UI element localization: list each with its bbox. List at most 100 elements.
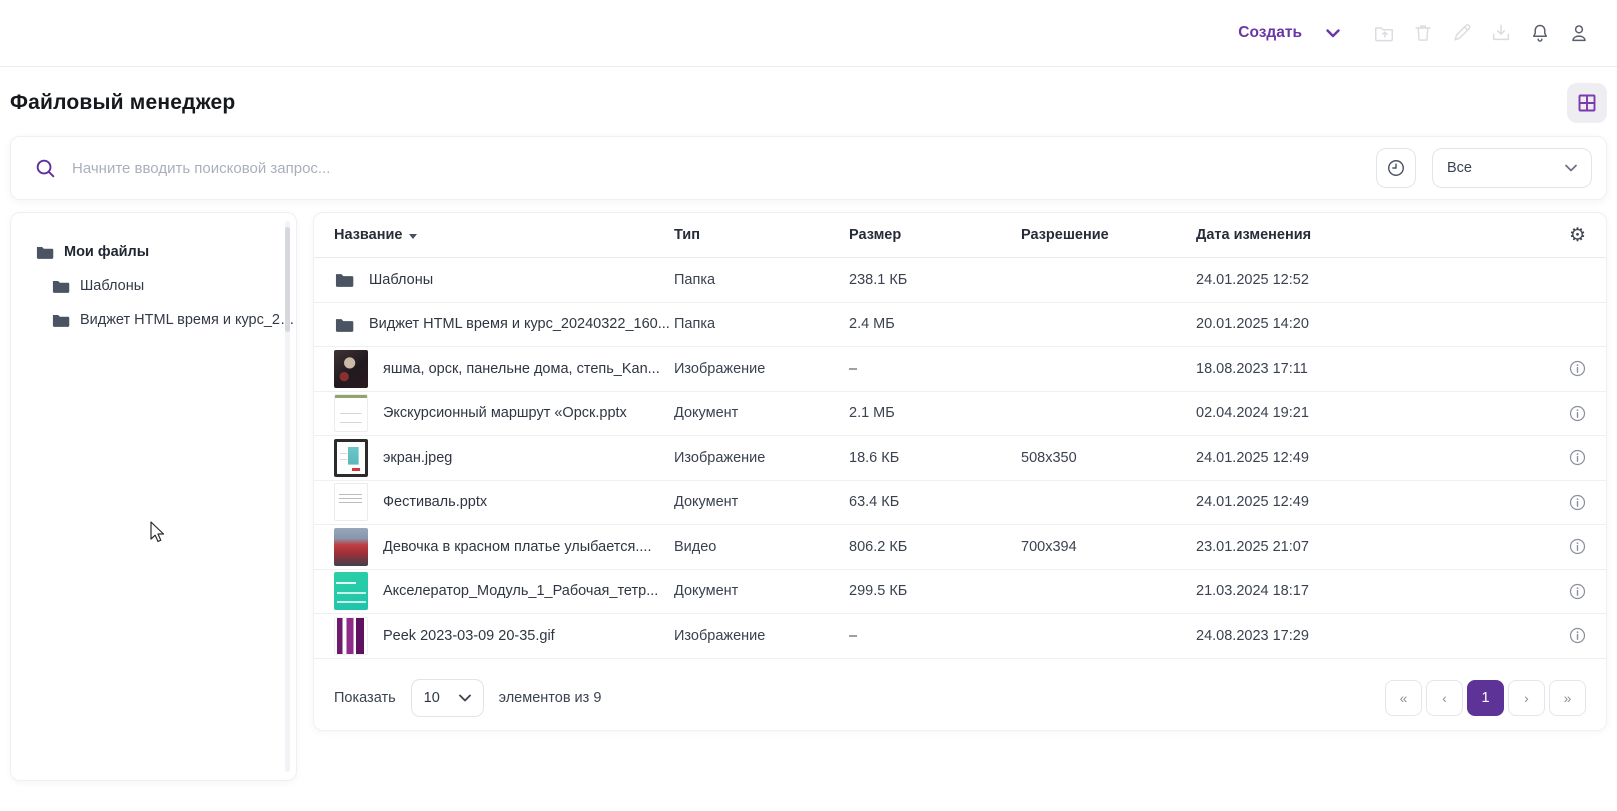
file-name-cell: яшма, орск, панельне дома, степь_Kan... xyxy=(334,350,674,388)
folder-tree: Мои файлы Шаблоны Виджет HTML время и ку… xyxy=(11,235,296,337)
file-thumbnail xyxy=(334,483,368,521)
info-icon[interactable] xyxy=(1569,627,1586,644)
file-name-cell: Peek 2023-03-09 20-35.gif xyxy=(334,617,674,655)
file-name-cell: Акселератор_Модуль_1_Рабочая_тетр... xyxy=(334,572,674,610)
trash-icon[interactable] xyxy=(1412,22,1434,44)
info-icon[interactable] xyxy=(1569,405,1586,422)
table-header-row: Название Тип Размер Разрешение Дата изме… xyxy=(314,213,1606,258)
file-size-cell: 806.2 КБ xyxy=(849,539,1021,555)
per-page-select[interactable]: 10 xyxy=(411,679,484,717)
file-size-cell: 18.6 КБ xyxy=(849,450,1021,466)
file-name: яшма, орск, панельне дома, степь_Kan... xyxy=(383,361,660,377)
file-thumbnail xyxy=(334,439,368,477)
file-type-cell: Документ xyxy=(674,583,849,599)
bell-icon[interactable] xyxy=(1529,22,1551,44)
file-thumbnail xyxy=(334,528,368,566)
file-date-cell: 24.08.2023 17:29 xyxy=(1196,628,1546,644)
column-header-date[interactable]: Дата изменения xyxy=(1196,227,1546,243)
items-count-label: элементов из 9 xyxy=(499,690,602,706)
file-type-cell: Документ xyxy=(674,494,849,510)
file-name-cell: Фестиваль.pptx xyxy=(334,483,674,521)
topbar: Создать xyxy=(0,0,1617,67)
table-row[interactable]: Фестиваль.pptx Документ 63.4 КБ 24.01.20… xyxy=(314,481,1606,526)
pagination-prev-button[interactable]: ‹ xyxy=(1426,680,1463,716)
edit-icon[interactable] xyxy=(1451,22,1473,44)
search-icon xyxy=(35,158,56,179)
file-name: Шаблоны xyxy=(369,272,433,288)
grid-view-button[interactable] xyxy=(1567,83,1607,123)
file-date-cell: 24.01.2025 12:49 xyxy=(1196,494,1546,510)
per-page-value: 10 xyxy=(424,690,440,706)
column-header-resolution[interactable]: Разрешение xyxy=(1021,227,1196,243)
search-filter-value: Все xyxy=(1447,160,1472,176)
folder-upload-icon[interactable] xyxy=(1373,22,1395,44)
chevron-down-icon xyxy=(1565,164,1577,172)
search-filter-select[interactable]: Все xyxy=(1432,148,1592,188)
folder-icon xyxy=(334,271,354,288)
pagination-first-button[interactable]: « xyxy=(1385,680,1422,716)
table-row[interactable]: Peek 2023-03-09 20-35.gif Изображение – … xyxy=(314,614,1606,659)
sidebar-folder-item[interactable]: Виджет HTML время и курс_20240... xyxy=(11,303,296,337)
file-name-cell: экран.jpeg xyxy=(334,439,674,477)
sidebar-folder-label: Шаблоны xyxy=(80,278,144,294)
sidebar-folder-item[interactable]: Шаблоны xyxy=(11,269,296,303)
file-name: Акселератор_Модуль_1_Рабочая_тетр... xyxy=(383,583,658,599)
file-name-cell: Шаблоны xyxy=(334,271,674,288)
info-icon[interactable] xyxy=(1569,449,1586,466)
table-body: Шаблоны Папка 238.1 КБ 24.01.2025 12:52 … xyxy=(314,258,1606,659)
column-header-size[interactable]: Размер xyxy=(849,227,1021,243)
search-input[interactable] xyxy=(72,160,1360,177)
file-date-cell: 02.04.2024 19:21 xyxy=(1196,405,1546,421)
file-name: экран.jpeg xyxy=(383,450,452,466)
file-size-cell: 238.1 КБ xyxy=(849,272,1021,288)
folder-icon xyxy=(51,312,70,328)
file-table: Название Тип Размер Разрешение Дата изме… xyxy=(313,212,1607,731)
user-icon[interactable] xyxy=(1568,22,1590,44)
info-icon[interactable] xyxy=(1569,583,1586,600)
file-date-cell: 24.01.2025 12:49 xyxy=(1196,450,1546,466)
create-button[interactable]: Создать xyxy=(1238,24,1340,42)
info-icon[interactable] xyxy=(1569,494,1586,511)
column-header-name[interactable]: Название xyxy=(334,227,674,243)
pagination-next-button[interactable]: › xyxy=(1508,680,1545,716)
folder-icon xyxy=(51,278,70,294)
file-date-cell: 24.01.2025 12:52 xyxy=(1196,272,1546,288)
table-row[interactable]: Девочка в красном платье улыбается.... В… xyxy=(314,525,1606,570)
page-head: Файловый менеджер xyxy=(0,67,1617,123)
sidebar-folder-item[interactable]: Мои файлы xyxy=(11,235,296,269)
file-name: Экскурсионный маршрут «Орск.pptx xyxy=(383,405,627,421)
search-history-button[interactable] xyxy=(1376,148,1416,188)
file-thumbnail xyxy=(334,572,368,610)
folder-icon xyxy=(334,316,354,333)
column-header-type[interactable]: Тип xyxy=(674,227,849,243)
file-size-cell: – xyxy=(849,628,1021,644)
file-type-cell: Папка xyxy=(674,272,849,288)
file-date-cell: 21.03.2024 18:17 xyxy=(1196,583,1546,599)
table-row[interactable]: яшма, орск, панельне дома, степь_Kan... … xyxy=(314,347,1606,392)
file-date-cell: 18.08.2023 17:11 xyxy=(1196,361,1546,377)
table-footer: Показать 10 элементов из 9 « ‹ 1 › » xyxy=(314,666,1606,730)
file-size-cell: 2.1 МБ xyxy=(849,405,1021,421)
pagination-last-button[interactable]: » xyxy=(1549,680,1586,716)
table-row[interactable]: Акселератор_Модуль_1_Рабочая_тетр... Док… xyxy=(314,570,1606,615)
sidebar-scrollbar-thumb[interactable] xyxy=(285,227,290,332)
file-name: Девочка в красном платье улыбается.... xyxy=(383,539,651,555)
chevron-down-icon xyxy=(459,694,471,702)
table-settings-gear-icon[interactable]: ⚙ xyxy=(1569,226,1586,245)
clock-icon xyxy=(1386,158,1406,178)
download-icon[interactable] xyxy=(1490,22,1512,44)
file-name: Peek 2023-03-09 20-35.gif xyxy=(383,628,555,644)
info-icon[interactable] xyxy=(1569,538,1586,555)
show-label: Показать xyxy=(334,690,396,706)
table-row[interactable]: Виджет HTML время и курс_20240322_160...… xyxy=(314,303,1606,348)
table-row[interactable]: экран.jpeg Изображение 18.6 КБ 508x350 2… xyxy=(314,436,1606,481)
search-bar: Все xyxy=(10,136,1607,200)
file-date-cell: 23.01.2025 21:07 xyxy=(1196,539,1546,555)
file-type-cell: Документ xyxy=(674,405,849,421)
pagination-page-1-button[interactable]: 1 xyxy=(1467,680,1504,716)
table-row[interactable]: Экскурсионный маршрут «Орск.pptx Докумен… xyxy=(314,392,1606,437)
page-title: Файловый менеджер xyxy=(10,91,235,115)
chevron-down-icon xyxy=(1326,29,1340,38)
table-row[interactable]: Шаблоны Папка 238.1 КБ 24.01.2025 12:52 xyxy=(314,258,1606,303)
info-icon[interactable] xyxy=(1569,360,1586,377)
